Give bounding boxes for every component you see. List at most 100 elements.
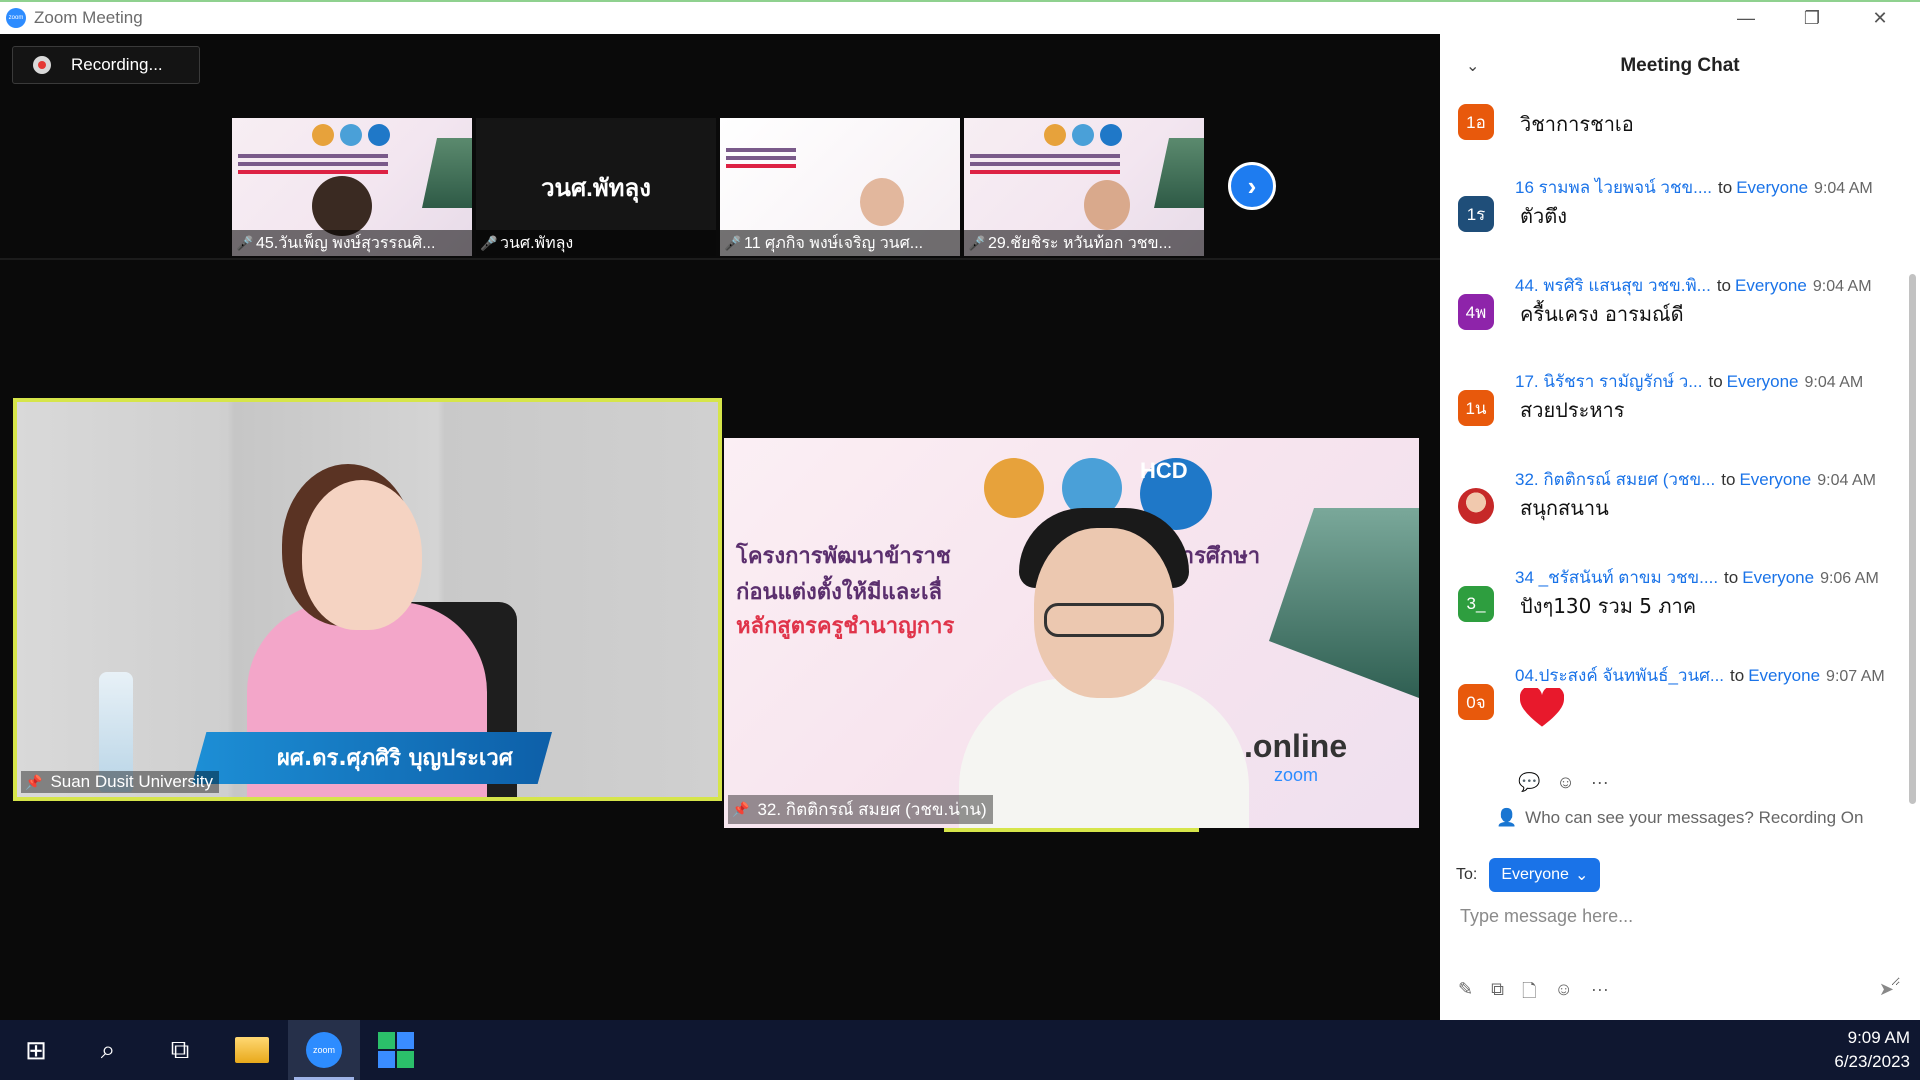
message-to-word: to (1721, 470, 1736, 489)
windows-taskbar: ⊞ ⌕ ⧉ zoom 9:09 AM 6/23/2023 (0, 1020, 1920, 1080)
start-button[interactable]: ⊞ (0, 1020, 72, 1080)
next-page-button[interactable]: › (1228, 162, 1276, 210)
message-target: Everyone (1735, 276, 1807, 295)
participant-name: 11 ศุภกิจ พงษ์เจริญ วนศ... (744, 234, 924, 252)
message-meta: 04.ประสงค์ จันทพันธ์_วนศ... to Everyone 9:0… (1515, 662, 1885, 689)
thumbnail-namebar: 🎤 29.ชัยชิระ หวันท้อก วชข... (964, 230, 1204, 256)
screenshot-icon[interactable]: ⧉ (1491, 979, 1504, 1009)
file-explorer-button[interactable] (216, 1020, 288, 1080)
message-target: Everyone (1748, 666, 1821, 685)
message-sender[interactable]: 04.ประสงค์ จันทพันธ์_วนศ... (1515, 666, 1724, 685)
pin-icon: 📌 (732, 801, 750, 817)
message-to-word: to (1730, 666, 1745, 685)
recipient-value: Everyone (1501, 866, 1569, 883)
participant-name: 29.ชัยชิระ หวันท้อก วชข... (988, 234, 1172, 252)
speaking-indicator (944, 828, 1199, 832)
message-time: 9:07 AM (1826, 668, 1885, 685)
people-icon: 👤 (1496, 808, 1518, 827)
message-input[interactable] (1460, 906, 1900, 986)
avatar[interactable] (1458, 488, 1494, 524)
message-to-word: to (1724, 568, 1739, 587)
file-icon[interactable]: 🗋 (1522, 979, 1536, 1009)
privacy-note[interactable]: 👤 Who can see your messages? Recording O… (1496, 808, 1863, 828)
close-button[interactable]: ✕ (1850, 2, 1910, 34)
zoom-taskbar-button[interactable]: zoom (288, 1020, 360, 1080)
mic-muted-icon: 🎤 (968, 235, 986, 251)
clock-time: 9:09 AM (1847, 1028, 1910, 1047)
message-text: สวยประหาร (1520, 398, 1625, 422)
recording-indicator[interactable]: Recording... (12, 46, 200, 84)
participant-video (939, 488, 1249, 828)
minimize-button[interactable]: — (1716, 2, 1776, 34)
message-to-word: to (1708, 372, 1723, 391)
online-badge: .online zoom (1244, 728, 1348, 785)
compose-toolbar: ✎ ⧉ 🗋 ☺ ··· (1458, 979, 1609, 1009)
slide-title: โครงการพัฒนาข้าราช (736, 544, 951, 569)
message-meta: 16 รามพล ไวยพจน์ วชข.... to Everyone 9:04 A… (1515, 174, 1873, 201)
avatar[interactable]: 0จ (1458, 684, 1494, 720)
message-actions: 💬 ☺ ··· (1518, 772, 1609, 793)
recipient-select[interactable]: Everyone ⌄ (1489, 858, 1601, 892)
heart-emoji (1520, 688, 1564, 727)
message-meta: 17. นิรัชรา รามัญรักษ์ ว... to Everyone 9:0… (1515, 368, 1863, 395)
message-to-word: to (1716, 276, 1732, 295)
slide-subtitle: ก่อนแต่งตั้งให้มีและเลื่ (736, 580, 943, 605)
thumbnail-strip: 🎤 45.วันเพ็ญ พงษ์สุวรรณศิ... วนศ.พัทลุง … (232, 118, 1204, 256)
add-reaction-icon[interactable]: ☺ (1556, 772, 1574, 793)
emoji-icon[interactable]: ☺ (1554, 979, 1572, 1009)
chevron-down-icon: ⌄ (1574, 867, 1589, 884)
participant-thumbnail[interactable]: วนศ.พัทลุง 🎤 วนศ.พัทลุง (476, 118, 716, 256)
more-icon[interactable]: ··· (1591, 979, 1609, 1009)
meeting-chat-panel: ⌄ Meeting Chat 1อ วิชาการชาเอ 16 รามพล ไวย… (1440, 34, 1920, 1020)
message-time: 9:04 AM (1814, 180, 1873, 197)
active-speaker-tile[interactable]: ผศ.ดร.ศุภศิริ บุญประเวศ 📌 Suan Dusit Uni… (13, 398, 722, 801)
participant-name: วนศ.พัทลุง (500, 234, 574, 252)
participant-thumbnail[interactable]: 🎤 29.ชัยชิระ หวันท้อก วชข... (964, 118, 1204, 256)
message-sender[interactable]: 32. กิตติกรณ์ สมยศ (วชข... (1515, 470, 1715, 489)
tile-participant-name: Suan Dusit University (50, 772, 213, 791)
mic-muted-icon: 🎤 (236, 235, 254, 251)
message-sender[interactable]: 44. พรศิริ แสนสุข วชข.พิ... (1515, 276, 1711, 295)
windows-icon: ⊞ (25, 1034, 47, 1065)
message-meta: 44. พรศิริ แสนสุข วชข.พิ... to Everyone 9:0… (1515, 272, 1872, 299)
avatar[interactable]: 4พ (1458, 294, 1494, 330)
reply-icon[interactable]: 💬 (1518, 772, 1540, 793)
message-sender[interactable]: 17. นิรัชรา รามัญรักษ์ ว... (1515, 372, 1702, 391)
message-text: สนุกสนาน (1520, 496, 1609, 520)
message-target: Everyone (1742, 568, 1815, 587)
system-clock[interactable]: 9:09 AM 6/23/2023 (1834, 1026, 1910, 1074)
building-image (1269, 508, 1419, 698)
recording-label: Recording... (71, 55, 163, 74)
message-target: Everyone (1739, 470, 1812, 489)
folder-icon (235, 1037, 269, 1063)
collapse-chevron-icon[interactable]: ⌄ (1466, 56, 1479, 76)
message-sender[interactable]: 34 _ชรัสนันท์ ตาขม วชข.... (1515, 568, 1718, 587)
participant-thumbnail[interactable]: 🎤 45.วันเพ็ญ พงษ์สุวรรณศิ... (232, 118, 472, 256)
avatar[interactable]: 1อ (1458, 104, 1494, 140)
send-icon[interactable]: ➤ (1879, 979, 1894, 1000)
avatar[interactable]: 1น (1458, 390, 1494, 426)
message-sender[interactable]: 16 รามพล ไวยพจน์ วชข.... (1515, 178, 1712, 197)
avatar[interactable]: 3_ (1458, 586, 1494, 622)
chat-header: ⌄ Meeting Chat (1440, 34, 1920, 98)
more-icon[interactable]: ··· (1591, 772, 1609, 793)
participant-tile[interactable]: HCD โครงการพัฒนาข้าราช รหางการศึกษา ก่อน… (724, 438, 1419, 828)
app-taskbar-button[interactable] (360, 1020, 432, 1080)
restore-button[interactable]: ❐ (1782, 2, 1842, 34)
mic-muted-icon: 🎤 (724, 235, 742, 251)
chat-scrollbar[interactable] (1909, 274, 1916, 804)
message-meta: 32. กิตติกรณ์ สมยศ (วชข... to Everyone 9:04… (1515, 466, 1876, 493)
message-target: Everyone (1726, 372, 1799, 391)
zoom-icon: zoom (306, 1032, 342, 1068)
message-time: 9:06 AM (1820, 570, 1879, 587)
message-target: Everyone (1736, 178, 1809, 197)
search-icon: ⌕ (100, 1034, 116, 1064)
participant-thumbnail[interactable]: 🎤 11 ศุภกิจ พงษ์เจริญ วนศ... (720, 118, 960, 256)
avatar[interactable]: 1ร (1458, 196, 1494, 232)
clock-date: 6/23/2023 (1834, 1052, 1910, 1071)
format-icon[interactable]: ✎ (1458, 979, 1473, 1009)
record-icon (33, 56, 51, 74)
search-button[interactable]: ⌕ (72, 1020, 144, 1080)
task-view-button[interactable]: ⧉ (144, 1020, 216, 1080)
thumbnail-namebar: 🎤 วนศ.พัทลุง (476, 230, 716, 256)
